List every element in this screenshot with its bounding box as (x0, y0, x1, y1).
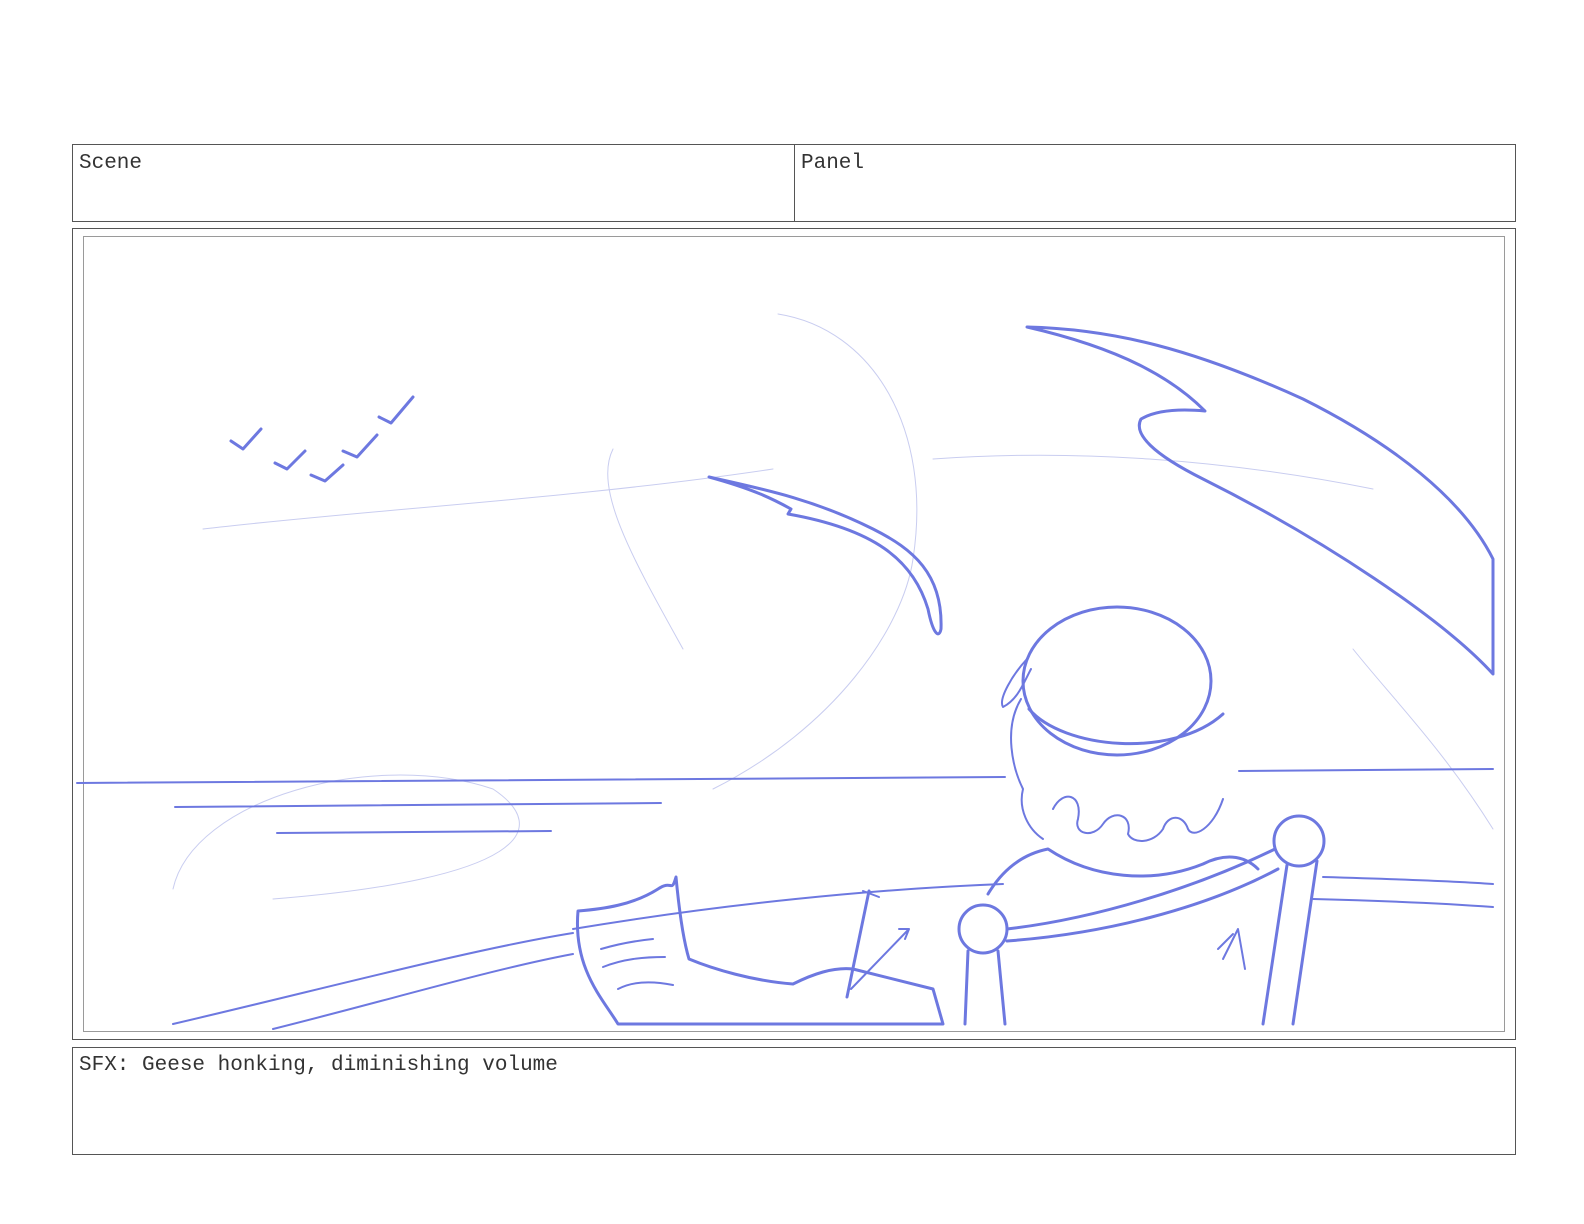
chair-knob-right (1272, 814, 1326, 868)
debris-detail (600, 938, 674, 990)
storyboard-frame (72, 228, 1516, 1040)
sailor-shoulders (986, 847, 1260, 896)
rail-top (572, 883, 1004, 930)
geese-flock (229, 395, 415, 483)
scene-field[interactable]: Scene (73, 145, 795, 221)
panel-field[interactable]: Panel (795, 145, 1515, 221)
wave-line-1 (174, 802, 662, 808)
rail-lower-2 (272, 953, 574, 1030)
chair-leg-left-2 (996, 949, 1007, 1026)
goose-3 (309, 463, 345, 483)
wave-line-2 (276, 830, 552, 834)
chair-leg-right-1 (1261, 863, 1289, 1026)
flying-shape-large (1025, 325, 1495, 676)
notes-field[interactable]: SFX: Geese honking, diminishing volume (72, 1047, 1516, 1155)
rail-right (1322, 876, 1494, 885)
notes-text: SFX: Geese honking, diminishing volume (79, 1054, 558, 1077)
rail-lower (172, 932, 574, 1025)
sailor-figure (986, 605, 1260, 896)
goose-5 (377, 395, 415, 425)
sketch-drawing (76, 313, 1495, 1030)
horizon-right (1238, 768, 1494, 772)
rail-right-2 (1312, 898, 1494, 908)
construction-lines (172, 313, 1494, 900)
goose-4 (341, 433, 379, 459)
deck-chair (957, 814, 1326, 1026)
hair-curls (1052, 795, 1224, 842)
flying-shape-small (707, 475, 943, 636)
sailor-hat (1021, 605, 1213, 757)
goose-1 (229, 427, 263, 451)
storyboard-header: Scene Panel (72, 144, 1516, 222)
chair-leg-left-1 (963, 949, 970, 1026)
panel-label: Panel (801, 152, 865, 175)
chair-knob-left (957, 903, 1009, 955)
scene-label: Scene (79, 152, 143, 175)
goose-2 (273, 449, 307, 471)
horizon-left (76, 776, 1006, 784)
chair-leg-right-2 (1291, 859, 1319, 1026)
chair-mark (1217, 928, 1246, 970)
